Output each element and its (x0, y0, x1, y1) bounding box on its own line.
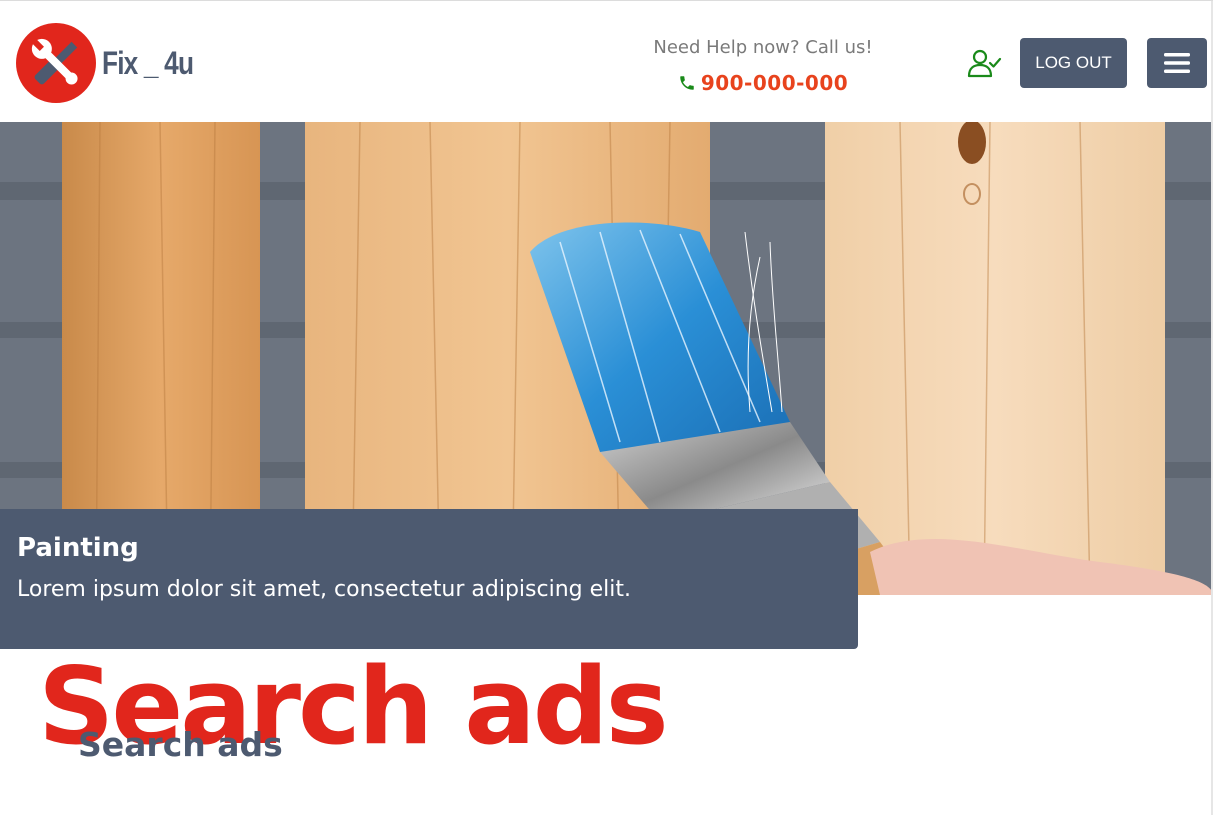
search-ads-heading-small: Search ads (78, 725, 283, 764)
phone-link[interactable]: 900-000-000 (620, 71, 906, 95)
site-header: Fix _ 4u Need Help now? Call us! 900-000… (0, 1, 1213, 122)
hero-caption: Painting Lorem ipsum dolor sit amet, con… (0, 509, 858, 649)
logo-link[interactable]: Fix _ 4u (16, 22, 213, 104)
hamburger-menu-button[interactable] (1147, 38, 1207, 88)
logo-text: Fix _ 4u (102, 44, 194, 81)
user-check-icon[interactable] (966, 46, 1002, 80)
page: Fix _ 4u Need Help now? Call us! 900-000… (0, 0, 1213, 815)
phone-icon (680, 76, 694, 90)
logo-icon (16, 23, 96, 103)
help-text: Need Help now? Call us! (653, 37, 873, 58)
phone-number: 900-000-000 (700, 71, 849, 95)
logout-button[interactable]: LOG OUT (1020, 38, 1127, 88)
help-block: Need Help now? Call us! 900-000-000 (620, 37, 906, 95)
hamburger-menu-icon (1164, 53, 1190, 73)
hero-text: Lorem ipsum dolor sit amet, consectetur … (17, 577, 631, 602)
hero-title: Painting (17, 533, 139, 563)
